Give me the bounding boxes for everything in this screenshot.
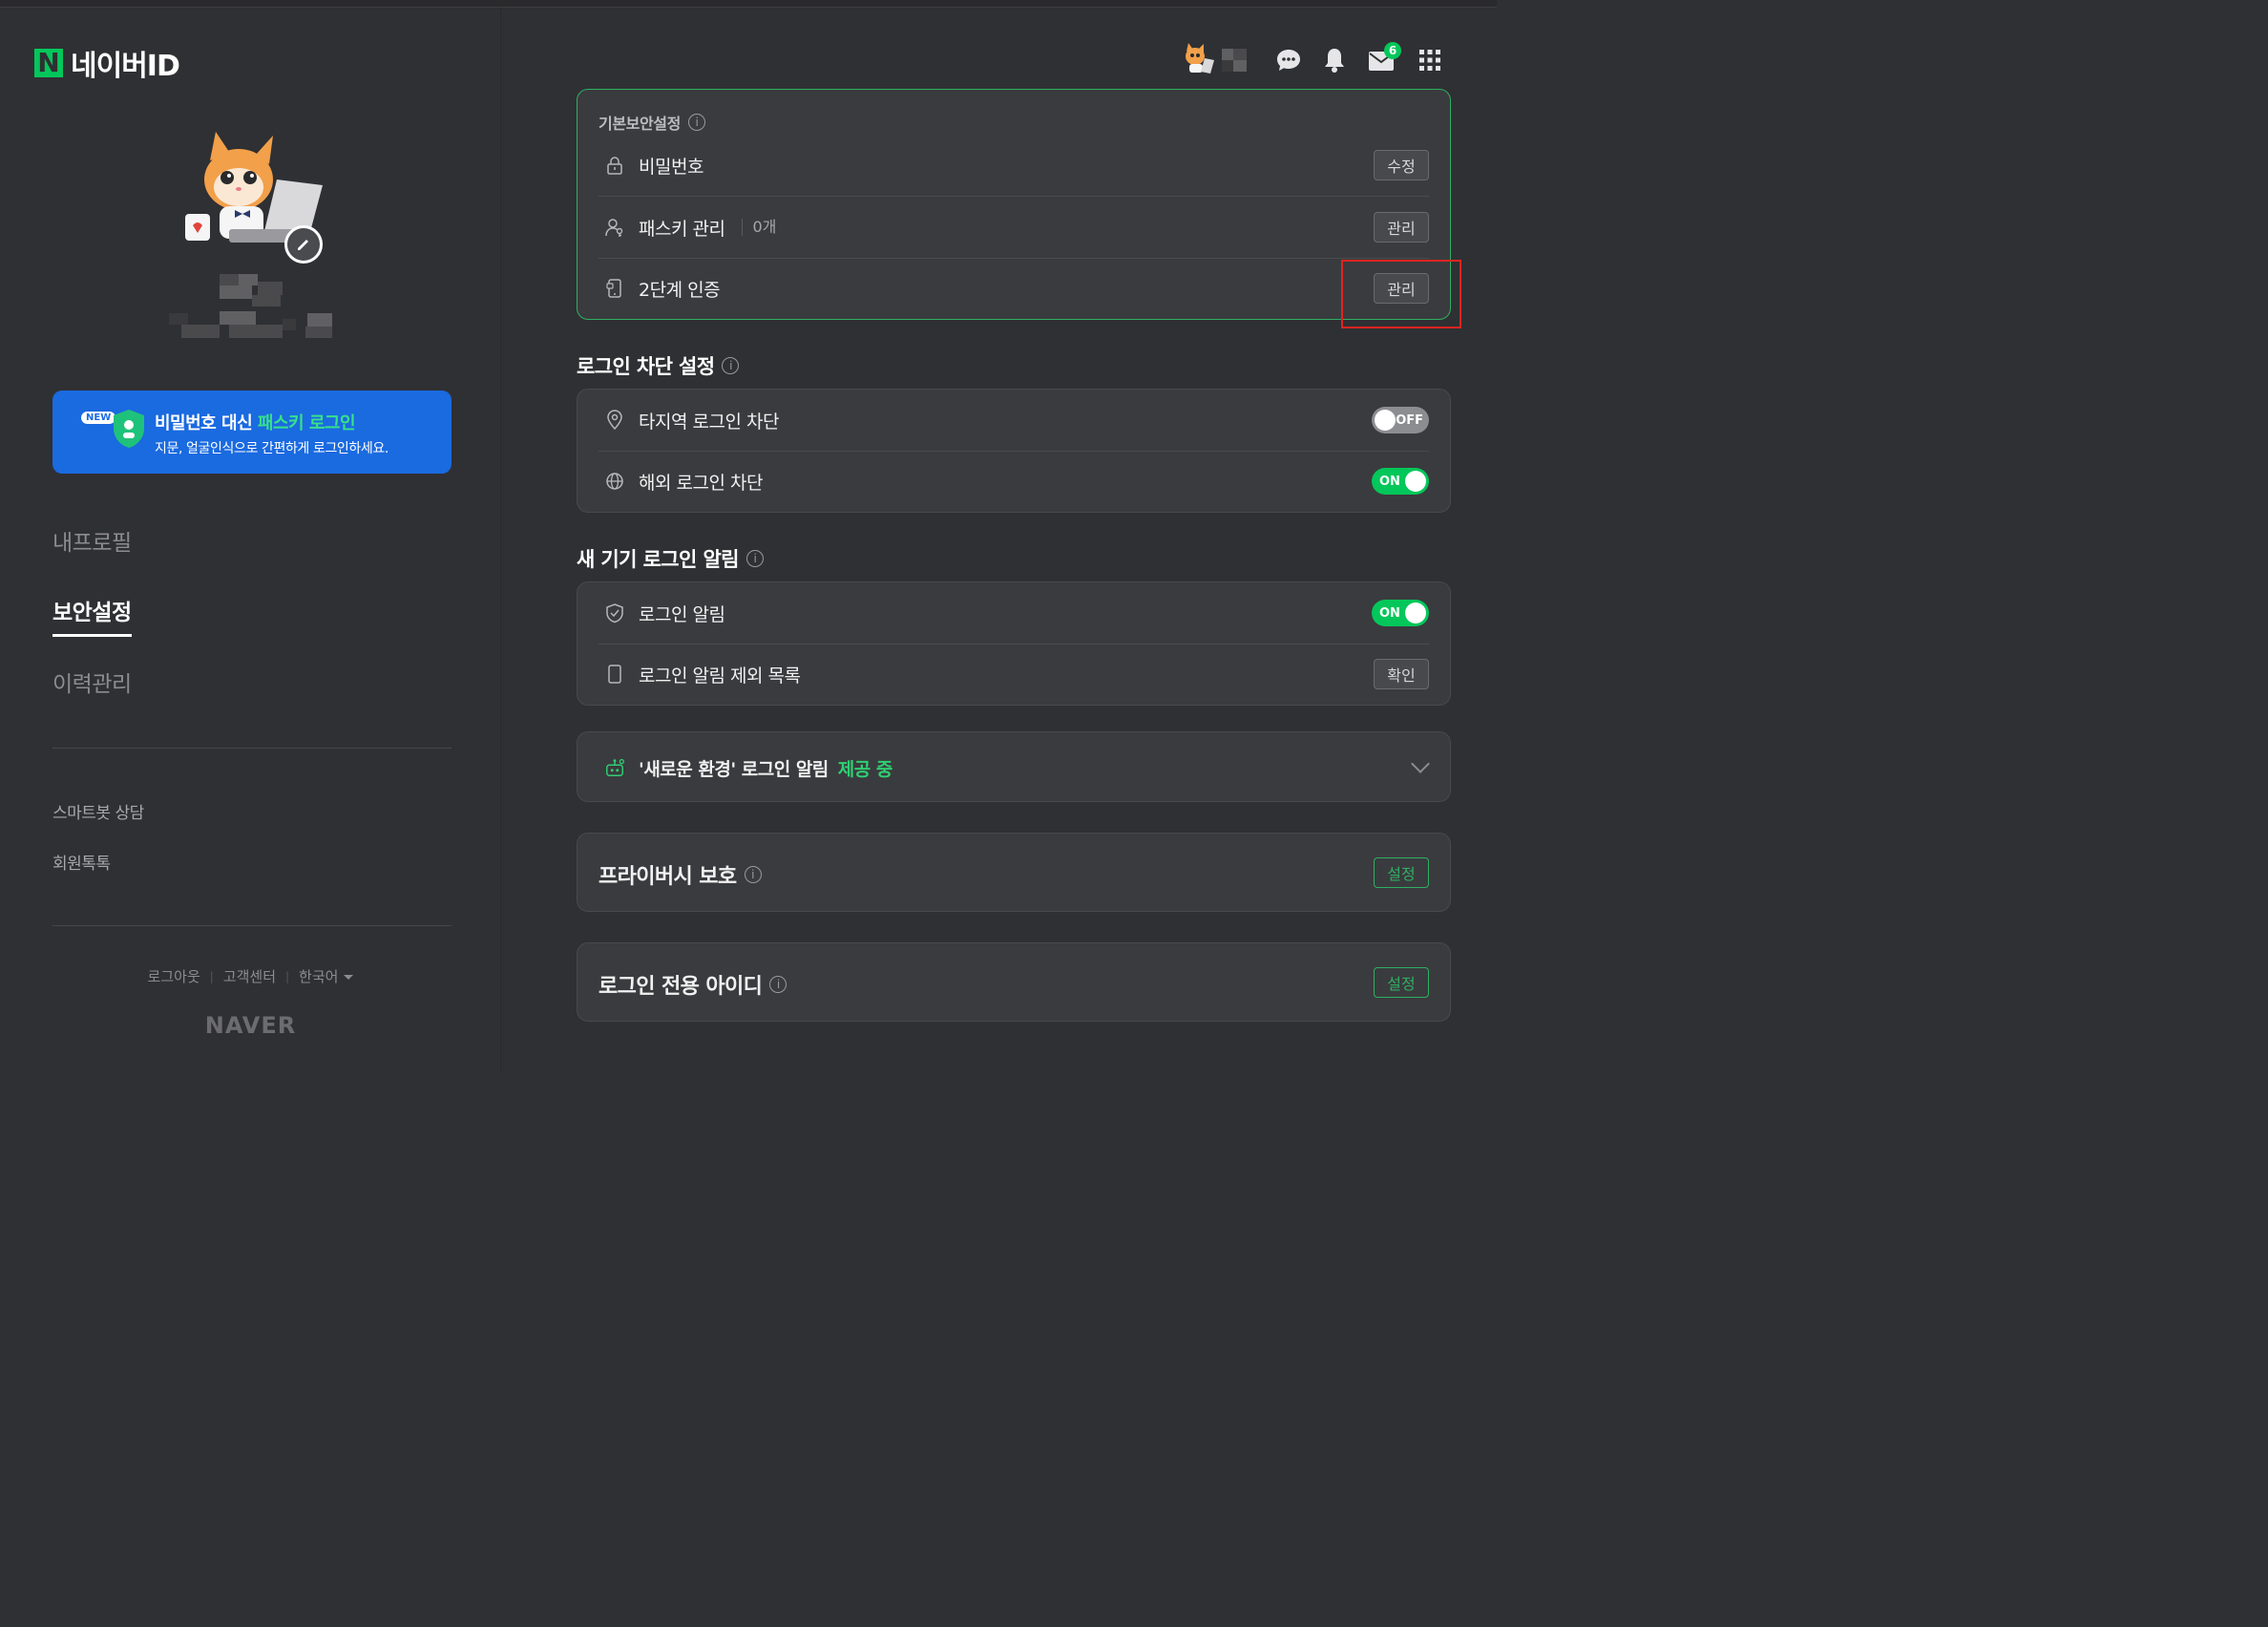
mail-button[interactable]: 6 — [1368, 42, 1406, 76]
window-top-edge — [0, 0, 1497, 8]
alert-exclusion-row: 로그인 알림 제외 목록 확인 — [598, 644, 1429, 705]
toggle-knob — [1405, 471, 1426, 492]
password-row: 비밀번호 수정 — [598, 135, 1429, 196]
info-icon[interactable]: i — [769, 976, 788, 993]
apps-grid-icon[interactable] — [1418, 49, 1441, 72]
passkey-user-icon — [604, 217, 625, 238]
language-label: 한국어 — [299, 968, 339, 985]
passkey-promo-banner[interactable]: NEW 비밀번호 대신 패스키 로그인 지문, 얼굴인식으로 간편하게 로그인하… — [52, 391, 452, 474]
basic-security-card: 기본보안설정 i 비밀번호 수정 패스키 관리 0개 관리 2단계 인증 관리 — [577, 89, 1451, 320]
passkey-count: 0개 — [742, 219, 776, 236]
password-label: 비밀번호 — [639, 156, 704, 178]
two-step-row: 2단계 인증 관리 — [598, 258, 1429, 319]
naver-footer-logo: NAVER — [204, 1012, 297, 1039]
new-environment-text: '새로운 환경' 로그인 알림 — [639, 758, 829, 780]
login-id-card: 로그인 전용 아이디 i 설정 — [577, 942, 1451, 1022]
info-icon[interactable]: i — [687, 114, 705, 131]
login-block-title: 로그인 차단 설정 i — [577, 351, 740, 380]
privacy-title: 프라이버시 보호 i — [598, 859, 762, 890]
overseas-block-toggle[interactable]: ON — [1372, 468, 1429, 495]
basic-security-heading-text: 기본보안설정 — [598, 115, 681, 133]
sidebar: N 네이버ID NEW 비밀번호 대신 패스키 로그인 지문, 얼굴인식으로 간… — [0, 8, 501, 1074]
privacy-settings-button[interactable]: 설정 — [1374, 857, 1429, 888]
toggle-state: OFF — [1396, 412, 1423, 428]
region-block-toggle[interactable]: OFF — [1372, 407, 1429, 433]
banner-subtitle: 지문, 얼굴인식으로 간편하게 로그인하세요. — [155, 441, 388, 456]
new-environment-row: '새로운 환경' 로그인 알림 제공 중 — [598, 737, 1429, 798]
passkey-shield-icon — [114, 410, 144, 448]
view-exclusion-button[interactable]: 확인 — [1374, 659, 1429, 689]
login-block-card: 타지역 로그인 차단 OFF 해외 로그인 차단 ON — [577, 389, 1451, 513]
phone-icon — [604, 664, 625, 685]
phone-lock-icon — [604, 278, 625, 299]
separator: | — [285, 969, 290, 983]
login-id-title-text: 로그인 전용 아이디 — [598, 975, 763, 999]
login-alert-label: 로그인 알림 — [639, 603, 725, 625]
alert-exclusion-label: 로그인 알림 제외 목록 — [639, 665, 801, 687]
basic-security-heading: 기본보안설정 i — [598, 111, 705, 134]
naver-n-icon: N — [34, 49, 63, 77]
new-device-title-text: 새 기기 로그인 알림 — [577, 548, 740, 571]
language-select[interactable]: 한국어 — [299, 966, 354, 986]
pencil-icon — [298, 240, 308, 250]
edit-profile-button[interactable] — [284, 225, 323, 264]
nav-my-profile[interactable]: 내프로필 — [52, 524, 132, 557]
two-step-label: 2단계 인증 — [639, 279, 721, 301]
smartbot-link[interactable]: 스마트봇 상담 — [52, 799, 144, 823]
footer-links: 로그아웃 | 고객센터 | 한국어 — [0, 966, 501, 986]
user-avatar-icon[interactable] — [1180, 41, 1214, 75]
info-icon[interactable]: i — [722, 357, 740, 374]
caret-down-icon — [344, 975, 354, 980]
info-icon[interactable]: i — [746, 550, 764, 567]
privacy-card: 프라이버시 보호 i 설정 — [577, 833, 1451, 912]
login-alert-toggle[interactable]: ON — [1372, 600, 1429, 626]
overseas-block-label: 해외 로그인 차단 — [639, 472, 763, 494]
new-badge: NEW — [81, 412, 116, 424]
logo-title: 네이버ID — [71, 50, 180, 83]
passkey-label: 패스키 관리 — [639, 218, 725, 240]
banner-title-prefix: 비밀번호 대신 — [155, 413, 258, 433]
login-alert-row: 로그인 알림 ON — [598, 582, 1429, 644]
sidebar-divider — [52, 925, 452, 926]
naver-id-logo[interactable]: N 네이버ID — [34, 42, 180, 84]
separator: | — [209, 969, 214, 983]
manage-passkey-button[interactable]: 관리 — [1374, 212, 1429, 243]
sidebar-divider — [52, 748, 452, 749]
help-center-link[interactable]: 고객센터 — [223, 966, 276, 986]
highlight-annotation — [1341, 260, 1461, 328]
chat-icon[interactable] — [1275, 48, 1302, 73]
shield-check-icon — [604, 602, 625, 623]
new-device-card: 로그인 알림 ON 로그인 알림 제외 목록 확인 — [577, 581, 1451, 706]
edit-password-button[interactable]: 수정 — [1374, 150, 1429, 180]
region-block-row: 타지역 로그인 차단 OFF — [598, 390, 1429, 451]
login-id-title: 로그인 전용 아이디 i — [598, 969, 788, 1000]
login-block-title-text: 로그인 차단 설정 — [577, 355, 715, 378]
toggle-knob — [1375, 410, 1396, 431]
privacy-title-text: 프라이버시 보호 — [598, 865, 737, 889]
toggle-knob — [1405, 602, 1426, 623]
new-environment-card[interactable]: '새로운 환경' 로그인 알림 제공 중 — [577, 731, 1451, 802]
login-id-settings-button[interactable]: 설정 — [1374, 967, 1429, 998]
info-icon[interactable]: i — [744, 866, 762, 883]
robot-icon — [604, 757, 625, 778]
globe-icon — [604, 471, 625, 492]
region-block-label: 타지역 로그인 차단 — [639, 411, 779, 433]
toggle-state: ON — [1379, 605, 1400, 621]
lock-icon — [604, 155, 625, 176]
nav-security-settings[interactable]: 보안설정 — [52, 594, 132, 637]
new-device-title: 새 기기 로그인 알림 i — [577, 544, 764, 573]
member-talk-link[interactable]: 회원톡톡 — [52, 850, 111, 874]
new-environment-status: 제공 중 — [837, 758, 893, 780]
mail-count-badge: 6 — [1384, 42, 1401, 59]
location-pin-icon — [604, 410, 625, 431]
logout-link[interactable]: 로그아웃 — [148, 966, 200, 986]
bell-icon[interactable] — [1323, 47, 1346, 74]
banner-title: 비밀번호 대신 패스키 로그인 — [155, 410, 356, 434]
nav-history[interactable]: 이력관리 — [52, 666, 132, 698]
passkey-row: 패스키 관리 0개 관리 — [598, 197, 1429, 258]
profile-avatar[interactable] — [181, 122, 325, 264]
banner-title-accent: 패스키 로그인 — [257, 413, 356, 433]
toggle-state: ON — [1379, 474, 1400, 489]
overseas-block-row: 해외 로그인 차단 ON — [598, 451, 1429, 512]
